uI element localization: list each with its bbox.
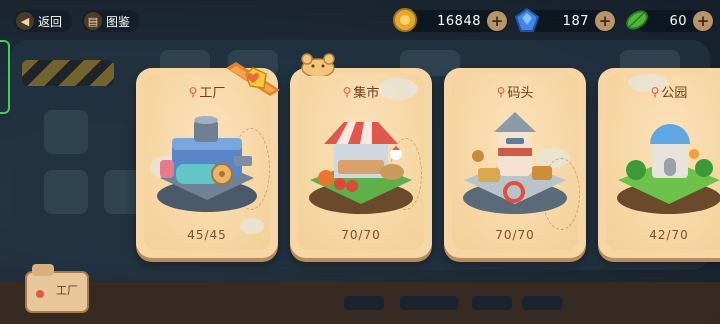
leaf-value: 60: [669, 13, 687, 29]
side-tab-highlight[interactable]: [0, 40, 10, 114]
card-name: 码头: [507, 86, 534, 101]
coin-counter: 16848 +: [393, 8, 508, 32]
back-label: 返回: [38, 14, 63, 29]
location-card-market[interactable]: ⚲ 集市 70/70: [290, 68, 432, 258]
market-stall-icon: [309, 122, 413, 214]
card-title: ⚲ 公园: [598, 82, 720, 102]
card-count: 70/70: [495, 228, 535, 242]
atlas-label: 图鉴: [106, 14, 131, 29]
sign-label: 工厂: [56, 284, 78, 297]
gem-value: 187: [562, 13, 589, 29]
coin-value: 16848: [437, 13, 481, 29]
green-leaf-icon: [626, 10, 648, 30]
atlas-button[interactable]: ▤ 图鉴: [82, 10, 140, 32]
dock-lighthouse-icon: [463, 112, 567, 214]
location-pin-icon: ⚲: [342, 84, 352, 99]
location-pin-icon: ⚲: [650, 84, 660, 99]
leaf-counter: 60 +: [626, 10, 714, 32]
factory-building-icon: [157, 116, 257, 212]
blue-gem-icon: [514, 7, 540, 32]
completed-ribbon-icon: [226, 62, 280, 96]
add-coins-button[interactable]: +: [487, 11, 507, 31]
card-name: 集市: [353, 86, 380, 101]
bear-ears-icon: [301, 53, 335, 76]
location-card-park[interactable]: ⚲ 公园 42/70: [598, 68, 720, 258]
card-title: ⚲ 集市: [290, 82, 432, 102]
gem-counter: 187 +: [514, 7, 616, 32]
card-count: 42/70: [649, 228, 689, 242]
card-name: 公园: [661, 86, 688, 101]
location-pin-icon: ⚲: [496, 84, 506, 99]
coin-gear-icon: [393, 8, 417, 32]
add-leaves-button[interactable]: +: [693, 11, 713, 31]
park-observatory-icon: [617, 124, 720, 214]
card-name: 工厂: [199, 86, 226, 101]
back-arrow-icon: ◀: [16, 12, 34, 30]
add-gems-button[interactable]: +: [595, 11, 615, 31]
location-card-dock[interactable]: ⚲ 码头 70/70: [444, 68, 586, 258]
location-pin-icon: ⚲: [188, 84, 198, 99]
card-title: ⚲ 码头: [444, 82, 586, 102]
back-button[interactable]: ◀ 返回: [14, 10, 72, 32]
factory-sign[interactable]: 工厂: [22, 262, 96, 316]
card-count: 70/70: [341, 228, 381, 242]
atlas-book-icon: ▤: [84, 12, 102, 30]
card-count: 45/45: [187, 228, 227, 242]
